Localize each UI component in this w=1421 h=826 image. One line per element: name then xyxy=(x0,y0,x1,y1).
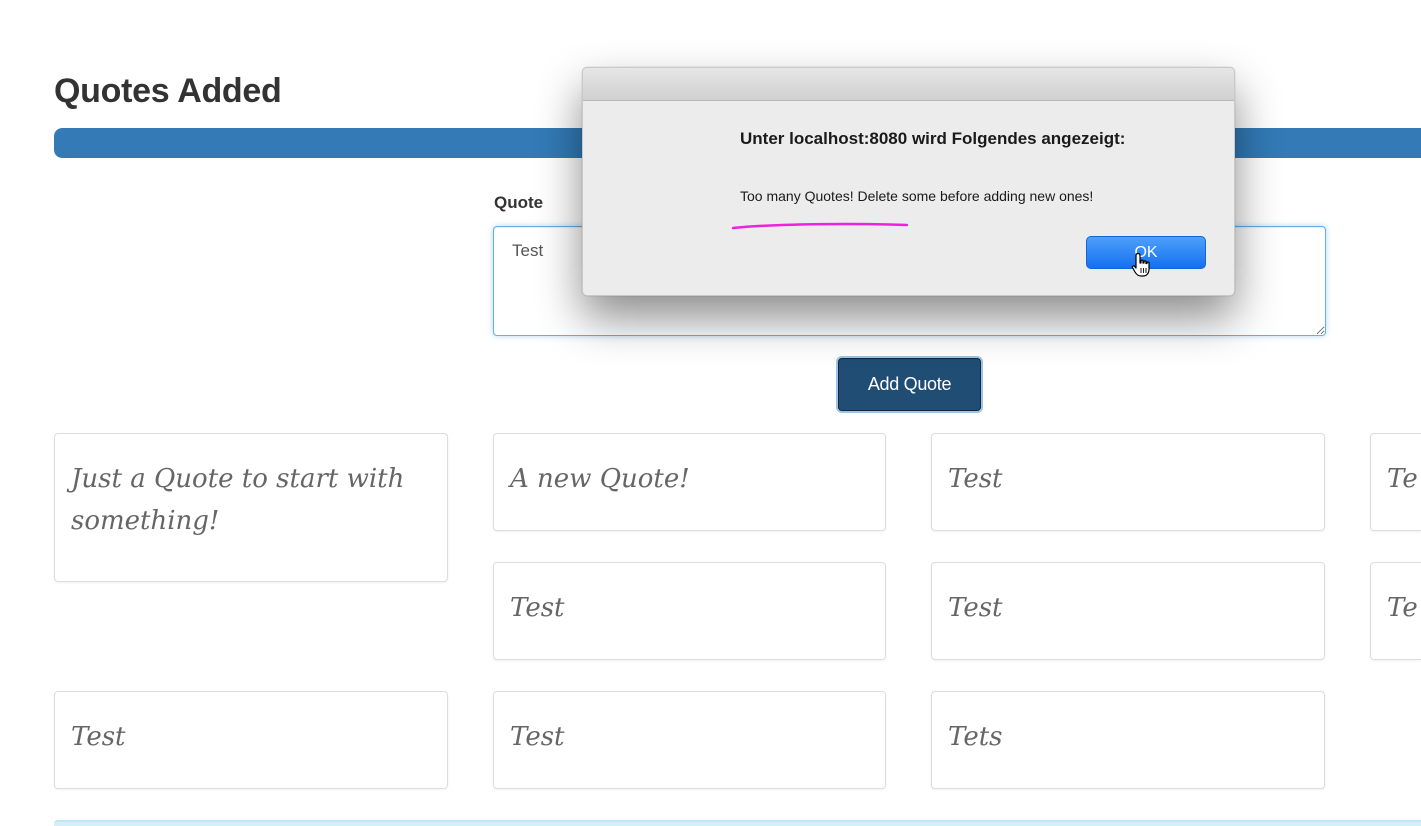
quote-text: A new Quote! xyxy=(510,464,690,494)
quote-text: Tets xyxy=(948,722,1003,752)
quote-text: Test xyxy=(948,593,1003,623)
add-quote-button[interactable]: Add Quote xyxy=(838,358,981,411)
quote-card[interactable]: A new Quote! xyxy=(493,433,886,531)
quote-card[interactable]: Test xyxy=(493,562,886,660)
quote-card[interactable]: Test xyxy=(931,562,1325,660)
quote-card[interactable]: Just a Quote to start with something! xyxy=(54,433,448,582)
quote-card[interactable]: Test xyxy=(493,691,886,789)
dialog-titlebar xyxy=(583,68,1234,101)
page-title: Quotes Added xyxy=(54,72,282,110)
quote-text: Just a Quote to start with something! xyxy=(71,464,405,536)
quote-card[interactable]: Te xyxy=(1370,562,1421,660)
quote-text: Test xyxy=(948,464,1003,494)
quote-text: Test xyxy=(510,593,565,623)
dialog-message: Too many Quotes! Delete some before addi… xyxy=(740,188,1094,204)
annotation-underline-icon xyxy=(731,222,909,230)
quote-text: Test xyxy=(510,722,565,752)
quote-card[interactable]: Tets xyxy=(931,691,1325,789)
page: Quotes Added Quote Add Quote Just a Quot… xyxy=(0,0,1421,826)
dialog-heading: Unter localhost:8080 wird Folgendes ange… xyxy=(740,129,1126,148)
quote-card[interactable]: Test xyxy=(931,433,1325,531)
alert-dialog: Unter localhost:8080 wird Folgendes ange… xyxy=(582,67,1235,296)
hand-pointer-icon xyxy=(1131,252,1150,277)
quote-text: Test xyxy=(71,722,126,752)
quote-card[interactable]: Test xyxy=(54,691,448,789)
info-alert-strip xyxy=(54,820,1421,826)
quote-text: Te xyxy=(1387,593,1418,623)
quote-label: Quote xyxy=(494,193,544,212)
quote-card[interactable]: Te xyxy=(1370,433,1421,531)
quote-text: Te xyxy=(1387,464,1418,494)
